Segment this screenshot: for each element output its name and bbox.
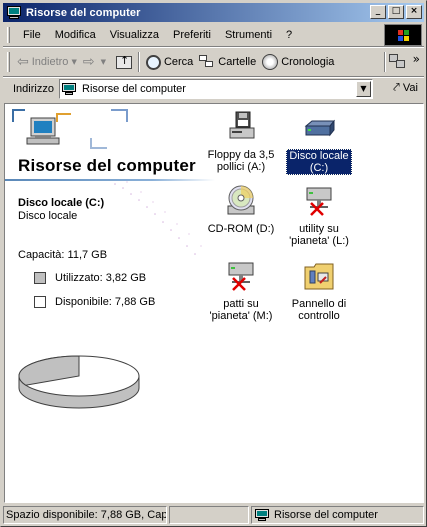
search-button[interactable]: Cerca [143,51,196,73]
back-button[interactable]: ⇦ Indietro ▼ [14,51,80,73]
back-label: Indietro [31,56,69,68]
window-title: Risorse del computer [26,6,141,19]
computer-banner-icon [12,109,128,149]
toolbar-separator-right [383,52,386,72]
disk-usage-pie-chart [18,355,140,409]
address-dropdown-icon[interactable]: ▼ [356,81,371,97]
explorer-window: Risorse del computer _ □ × File Modifica… [0,0,427,527]
menu-separator [3,46,424,48]
item-label: CD-ROM (D:) [207,223,275,235]
my-computer-icon [255,509,270,521]
forward-button[interactable]: ⇨ ▼ [80,51,109,73]
address-value: Risorse del computer [82,83,186,95]
maximize-button[interactable]: □ [388,5,404,19]
folders-label: Cartelle [218,56,257,68]
floppy-drive-icon [229,111,255,139]
address-bar: Indirizzo Risorse del computer ▼ ⤤ Vai [3,78,424,100]
up-folder-icon [115,54,132,69]
free-label: Disponibile: 7,88 GB [55,296,156,308]
menu-file[interactable]: File [16,29,48,41]
address-label: Indirizzo [13,83,54,95]
close-button[interactable]: × [406,5,422,19]
item-utility-l[interactable]: utility su 'pianeta' (L:) [277,184,361,247]
history-button[interactable]: Cronologia [259,51,337,73]
item-label: Pannello di controllo [291,298,347,322]
used-swatch [34,272,46,284]
forward-dropdown-icon[interactable]: ▼ [101,58,106,66]
my-computer-icon [62,83,77,95]
go-button[interactable]: ⤤ Vai [393,80,418,95]
toolbar-grip[interactable] [7,52,10,72]
selected-item-type: Disco locale [18,210,78,222]
item-cd-rom-d[interactable]: CD-ROM (D:) [199,184,283,235]
up-button[interactable] [109,51,135,73]
address-field[interactable]: Risorse del computer ▼ [59,79,373,99]
folder-view[interactable]: Risorse del computer Disco locale (C:) D… [4,103,424,503]
status-location: Risorse del computer [251,506,424,524]
legend-free: Disponibile: 7,88 GB [34,296,155,308]
item-label: Floppy da 3,5 pollici (A:) [207,149,275,173]
item-control-panel[interactable]: Pannello di controllo [277,259,361,322]
item-label: utility su 'pianeta' (L:) [289,223,349,247]
search-icon [145,54,161,70]
menu-preferiti[interactable]: Preferiti [166,29,218,41]
status-location-label: Risorse del computer [274,509,378,521]
cd-rom-icon [227,185,255,215]
disconnected-network-drive-icon [228,262,254,291]
disconnected-network-drive-icon [306,187,332,216]
item-local-disk-c[interactable]: Disco locale (C:) [277,110,361,175]
item-label: patti su 'pianeta' (M:) [209,298,273,322]
back-arrow-icon: ⇦ [17,54,29,70]
menu-modifica[interactable]: Modifica [48,29,103,41]
title-bar[interactable]: Risorse del computer _ □ × [3,3,424,22]
menu-grip[interactable] [7,27,10,43]
status-free-space: Spazio disponibile: 7,88 GB, Capacità: 1… [3,506,167,524]
hard-disk-icon [304,119,336,137]
standard-toolbar: ⇦ Indietro ▼ ⇨ ▼ Cerca Cartelle Cronolog… [3,49,424,75]
selected-item-name: Disco locale (C:) [18,197,105,209]
windows-logo-icon [384,24,422,46]
menu-visualizza[interactable]: Visualizza [103,29,166,41]
menu-help[interactable]: ? [279,29,299,41]
item-label: Disco locale (C:) [286,149,352,175]
free-swatch [34,296,46,308]
item-patti-m[interactable]: patti su 'pianeta' (M:) [199,259,283,322]
folders-icon [199,55,215,69]
history-label: Cronologia [281,56,335,68]
toolbar-overflow-chevron[interactable]: » [413,52,420,66]
move-to-icon[interactable] [388,54,407,70]
forward-arrow-icon: ⇨ [82,54,95,70]
search-label: Cerca [163,56,194,68]
toolbar-separator [137,52,140,72]
minimize-button[interactable]: _ [370,5,386,19]
item-floppy-a[interactable]: Floppy da 3,5 pollici (A:) [199,110,283,173]
menu-bar: File Modifica Visualizza Preferiti Strum… [3,25,383,45]
status-middle [169,506,249,524]
history-icon [262,54,279,70]
page-title: Risorse del computer [18,156,196,175]
my-computer-icon [6,5,22,20]
menu-strumenti[interactable]: Strumenti [218,29,279,41]
go-arrow-icon: ⤤ [393,80,400,94]
back-dropdown-icon[interactable]: ▼ [71,58,76,66]
web-view-panel: Risorse del computer Disco locale (C:) D… [5,104,215,502]
control-panel-icon [304,263,334,290]
folders-button[interactable]: Cartelle [196,51,259,73]
go-label: Vai [402,81,418,94]
status-bar: Spazio disponibile: 7,88 GB, Capacità: 1… [3,506,424,526]
capacity-text: Capacità: 11,7 GB [18,249,108,261]
